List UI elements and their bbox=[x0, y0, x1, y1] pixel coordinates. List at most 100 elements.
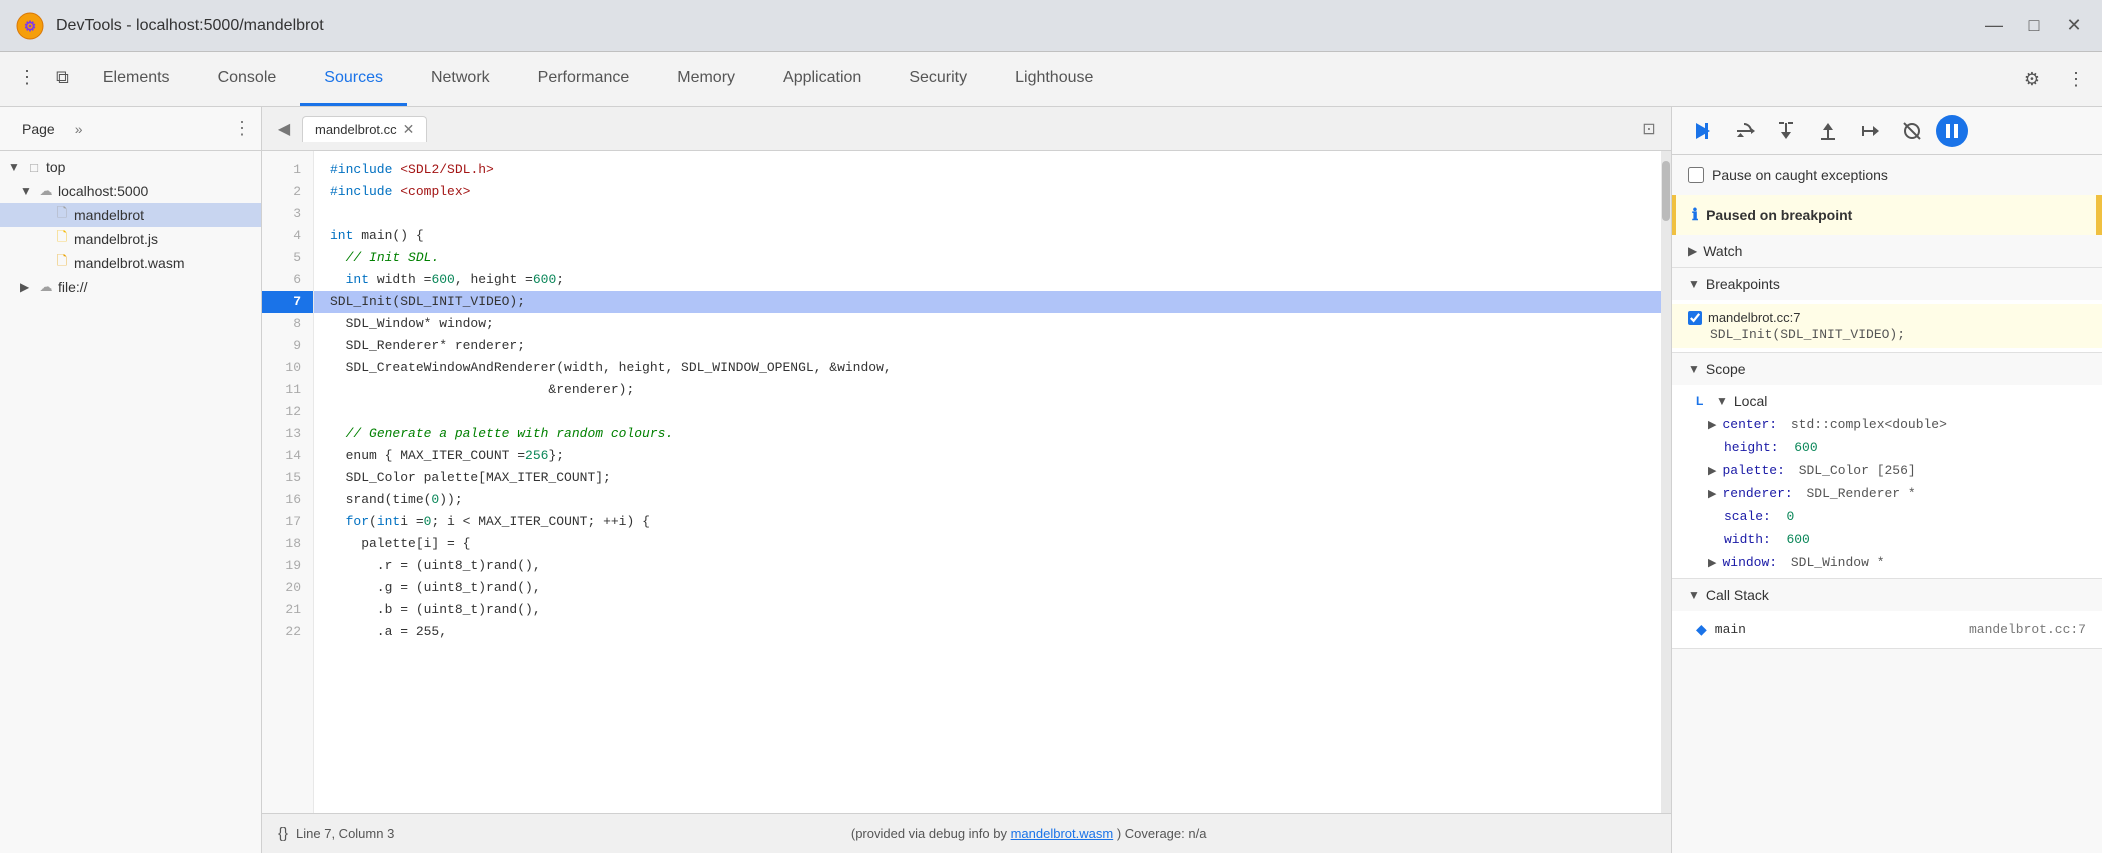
callstack-item-main[interactable]: ◆ main mandelbrot.cc:7 bbox=[1672, 615, 2102, 644]
tree-label-localhost: localhost:5000 bbox=[58, 183, 148, 199]
tree-item-localhost[interactable]: ▼ ☁ localhost:5000 bbox=[0, 179, 261, 203]
devtools-tab-bar: ⋮ ⧉ Elements Console Sources Network Per… bbox=[0, 52, 2102, 107]
tree-item-file[interactable]: ▶ ☁ file:// bbox=[0, 275, 261, 299]
info-icon: ℹ bbox=[1692, 205, 1698, 225]
bp-checkbox[interactable] bbox=[1688, 311, 1702, 325]
step-out-btn[interactable] bbox=[1810, 113, 1846, 149]
scope-val-window: SDL_Window * bbox=[1783, 555, 1884, 570]
code-line-9: SDL_Renderer* renderer; bbox=[314, 335, 1661, 357]
editor-scrollbar-thumb[interactable] bbox=[1662, 161, 1670, 221]
callstack-section-header[interactable]: ▼ Call Stack bbox=[1672, 579, 2102, 611]
tree-item-mandelbrotjs[interactable]: ▶ 🗋 mandelbrot.js bbox=[0, 227, 261, 251]
maximize-button[interactable]: □ bbox=[2022, 14, 2046, 38]
code-line-11: &renderer); bbox=[314, 379, 1661, 401]
watch-section-header[interactable]: ▶ Watch bbox=[1672, 235, 2102, 267]
step-btn[interactable] bbox=[1852, 113, 1888, 149]
scope-content: L ▼ Local ▶ center: std::complex<double>… bbox=[1672, 385, 2102, 578]
line-num-1: 1 bbox=[262, 159, 313, 181]
line-num-14: 14 bbox=[262, 445, 313, 467]
close-button[interactable]: ✕ bbox=[2062, 14, 2086, 38]
panel-options-btn[interactable]: ⋮ bbox=[233, 118, 251, 139]
editor-tab-mandelbrotcc[interactable]: mandelbrot.cc ✕ bbox=[302, 116, 427, 142]
format-icon[interactable]: {} bbox=[278, 825, 288, 842]
tab-security[interactable]: Security bbox=[885, 52, 991, 106]
format-btn[interactable]: ⊡ bbox=[1635, 115, 1663, 143]
editor-tab-close-btn[interactable]: ✕ bbox=[403, 121, 415, 138]
code-line-12 bbox=[314, 401, 1661, 423]
line-num-10: 10 bbox=[262, 357, 313, 379]
callstack-section-label: Call Stack bbox=[1706, 587, 1769, 603]
left-panel-header: Page » ⋮ bbox=[0, 107, 261, 151]
devtools-icon: ⚙ bbox=[16, 12, 44, 40]
tree-item-mandelbrot[interactable]: ▶ 🗋 mandelbrot bbox=[0, 203, 261, 227]
back-nav-btn[interactable]: ◀ bbox=[270, 115, 298, 143]
line-num-16: 16 bbox=[262, 489, 313, 511]
line-num-21: 21 bbox=[262, 599, 313, 621]
line-num-13: 13 bbox=[262, 423, 313, 445]
scope-expand-renderer[interactable]: ▶ bbox=[1708, 487, 1716, 500]
code-line-3 bbox=[314, 203, 1661, 225]
tab-network[interactable]: Network bbox=[407, 52, 514, 106]
scope-expand-center[interactable]: ▶ bbox=[1708, 418, 1716, 431]
pause-on-exceptions-checkbox[interactable] bbox=[1688, 167, 1704, 183]
scope-val-height: 600 bbox=[1794, 440, 1817, 455]
code-content[interactable]: #include <SDL2/SDL.h> #include <complex>… bbox=[314, 151, 1661, 813]
scope-key-height: height: bbox=[1724, 440, 1779, 455]
pause-btn[interactable] bbox=[1936, 115, 1968, 147]
step-into-btn[interactable] bbox=[1768, 113, 1804, 149]
callstack-bullet-icon: ◆ bbox=[1696, 621, 1707, 638]
tab-elements[interactable]: Elements bbox=[79, 52, 194, 106]
tab-application[interactable]: Application bbox=[759, 52, 885, 106]
tab-dock[interactable]: ⧉ bbox=[46, 52, 79, 106]
scope-val-scale: 0 bbox=[1786, 509, 1794, 524]
bp-checkbox-row: mandelbrot.cc:7 bbox=[1688, 310, 2086, 325]
tab-performance[interactable]: Performance bbox=[514, 52, 654, 106]
scope-height: height: 600 bbox=[1672, 436, 2102, 459]
breakpoints-section-header[interactable]: ▼ Breakpoints bbox=[1672, 268, 2102, 300]
minimize-button[interactable]: — bbox=[1982, 14, 2006, 38]
tab-lighthouse[interactable]: Lighthouse bbox=[991, 52, 1117, 106]
scope-scale: scale: 0 bbox=[1672, 505, 2102, 528]
deactivate-btn[interactable] bbox=[1894, 113, 1930, 149]
panel-more-btn[interactable]: » bbox=[75, 121, 83, 137]
code-line-1: #include <SDL2/SDL.h> bbox=[314, 159, 1661, 181]
scope-section-header[interactable]: ▼ Scope bbox=[1672, 353, 2102, 385]
right-panel-content: Pause on caught exceptions ℹ Paused on b… bbox=[1672, 155, 2102, 853]
tree-arrow-file: ▶ bbox=[20, 280, 34, 294]
more-options-icon[interactable]: ⋮ bbox=[2058, 61, 2094, 97]
breakpoints-section: ▼ Breakpoints mandelbrot.cc:7 SDL_Init(S… bbox=[1672, 268, 2102, 353]
scope-local-label: Local bbox=[1734, 393, 1767, 409]
callstack-loc-main: mandelbrot.cc:7 bbox=[1969, 622, 2086, 637]
tree-item-mandelbrotwasm[interactable]: ▶ 🗋 mandelbrot.wasm bbox=[0, 251, 261, 275]
code-line-18: palette[i] = { bbox=[314, 533, 1661, 555]
scope-expand-palette[interactable]: ▶ bbox=[1708, 464, 1716, 477]
scope-window[interactable]: ▶ window: SDL_Window * bbox=[1672, 551, 2102, 574]
breakpoints-content: mandelbrot.cc:7 SDL_Init(SDL_INIT_VIDEO)… bbox=[1672, 300, 2102, 352]
scope-expand-window[interactable]: ▶ bbox=[1708, 556, 1716, 569]
line-num-8: 8 bbox=[262, 313, 313, 335]
tab-customize[interactable]: ⋮ bbox=[8, 52, 46, 106]
debug-file-link[interactable]: mandelbrot.wasm bbox=[1011, 826, 1114, 841]
scope-center[interactable]: ▶ center: std::complex<double> bbox=[1672, 413, 2102, 436]
settings-icon[interactable]: ⚙ bbox=[2014, 61, 2050, 97]
tree-label-mandelbrotjs: mandelbrot.js bbox=[74, 231, 158, 247]
watch-section-label: Watch bbox=[1703, 243, 1742, 259]
code-line-17: for (int i = 0; i < MAX_ITER_COUNT; ++i)… bbox=[314, 511, 1661, 533]
scope-arrow-icon: ▼ bbox=[1688, 362, 1700, 376]
editor-scrollbar[interactable] bbox=[1661, 151, 1671, 813]
scope-width: width: 600 bbox=[1672, 528, 2102, 551]
scope-palette[interactable]: ▶ palette: SDL_Color [256] bbox=[1672, 459, 2102, 482]
tab-sources[interactable]: Sources bbox=[300, 52, 407, 106]
tab-memory[interactable]: Memory bbox=[653, 52, 759, 106]
tab-console[interactable]: Console bbox=[194, 52, 301, 106]
step-over-btn[interactable] bbox=[1726, 113, 1762, 149]
line-num-4: 4 bbox=[262, 225, 313, 247]
scope-local-header[interactable]: L ▼ Local bbox=[1672, 389, 2102, 413]
resume-btn[interactable] bbox=[1684, 113, 1720, 149]
code-line-21: .b = (uint8_t)rand(), bbox=[314, 599, 1661, 621]
file-icon-mandelbrotwasm: 🗋 bbox=[54, 255, 70, 271]
page-tab[interactable]: Page bbox=[10, 117, 67, 141]
code-line-15: SDL_Color palette[MAX_ITER_COUNT]; bbox=[314, 467, 1661, 489]
scope-renderer[interactable]: ▶ renderer: SDL_Renderer * bbox=[1672, 482, 2102, 505]
tree-item-top[interactable]: ▼ □ top bbox=[0, 155, 261, 179]
